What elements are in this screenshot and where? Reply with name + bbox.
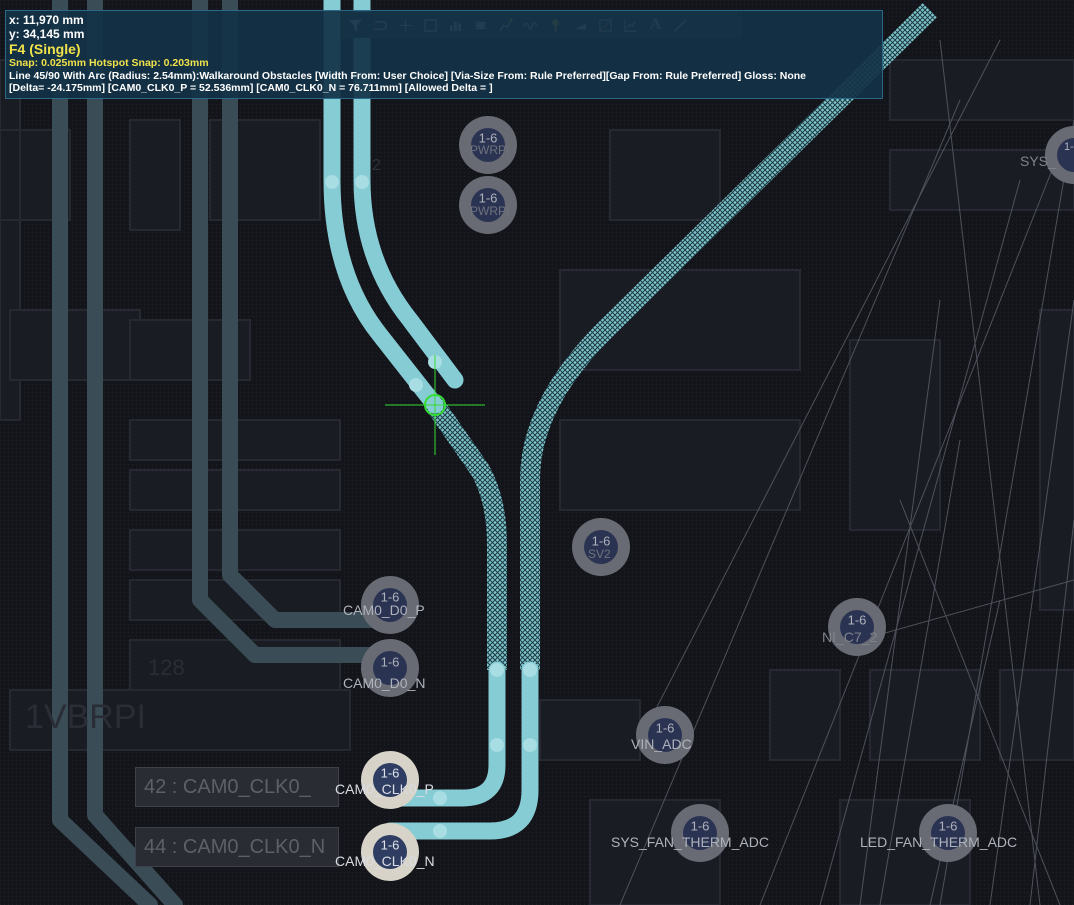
connector-label-clk0-p: 42 : CAM0_CLK0_ (135, 767, 339, 807)
faint-label-1vbrpi: 1VBRPI (25, 698, 146, 736)
net-label-cam0-clk0-p: CAM0_CLK0_P (335, 781, 434, 797)
trace-vertex (433, 791, 447, 805)
faint-label-sys: SYS_ (1020, 153, 1056, 169)
component-body (539, 699, 641, 761)
pad-layer-label: 1-6 (847, 612, 867, 628)
component-body (999, 669, 1074, 761)
component-body (849, 339, 941, 531)
trace-vertex (433, 824, 447, 838)
hud-routing-mode: F4 (Single) (9, 41, 81, 57)
net-label-cam0-clk0-n: CAM0_CLK0_N (335, 853, 435, 869)
pad-layer-label: 1-6 (655, 720, 675, 736)
net-label-ni-c7-2: NI_C7_2 (822, 629, 878, 645)
net-label-vin-adc: VIN_ADC (631, 736, 692, 752)
pad-layer-label: 1-6 (380, 837, 400, 853)
trace-vertex (355, 175, 369, 189)
net-label-pwrpi: PWRPI (470, 143, 510, 157)
component-body (559, 419, 801, 511)
net-label-cam0-d0-p: CAM0_D0_P (343, 602, 425, 618)
connector-label-clk0-n: 44 : CAM0_CLK0_N (135, 827, 339, 867)
faint-label-2: 2 (372, 157, 381, 174)
hud-y-coordinate: y: 34,145 mm (9, 27, 85, 41)
component-body (0, 129, 21, 221)
hud-delta-info: [Delta= -24.175mm] [CAM0_CLK0_P = 52.536… (9, 82, 493, 94)
trace-vertex (523, 663, 537, 677)
net-label-sv2: SV2 (588, 547, 611, 561)
net-label-pwrpi: PWRPI (470, 204, 510, 218)
pad-layer-label: 1-6 (380, 765, 400, 781)
trace-vertex (409, 378, 423, 392)
net-label-led-fan-therm-adc: LED_FAN_THERM_ADC (860, 834, 1018, 850)
component-body (869, 669, 981, 761)
component-body (609, 129, 721, 221)
trace-vertex (523, 738, 537, 752)
trace-vertex (490, 738, 504, 752)
hud-line-info: Line 45/90 With Arc (Radius: 2.54mm):Wal… (9, 69, 806, 82)
pad-layer-label: 1-6 (380, 654, 400, 670)
trace-vertex (325, 175, 339, 189)
component-body (129, 119, 181, 231)
pad-layer-label: 1-6 (690, 818, 710, 834)
heads-up-display: x: 11,970 mm y: 34,145 mm F4 (Single) Sn… (5, 10, 883, 99)
net-label-sys-fan-therm-adc: SYS_FAN_THERM_ADC (611, 834, 769, 850)
pad-layer-label: 1-6 (938, 818, 958, 834)
component-body (9, 309, 141, 381)
pad-layer-label: 1-6 (1064, 141, 1074, 153)
component-body (889, 59, 1074, 121)
trace-vertex (490, 663, 504, 677)
net-label-cam0-d0-n: CAM0_D0_N (343, 675, 426, 691)
faint-label-128: 128 (148, 655, 185, 680)
hud-snap-info: Snap: 0.025mm Hotspot Snap: 0.203mm (9, 57, 209, 69)
hud-x-coordinate: x: 11,970 mm (9, 13, 84, 27)
component-body (559, 269, 801, 371)
component-body (769, 669, 841, 761)
